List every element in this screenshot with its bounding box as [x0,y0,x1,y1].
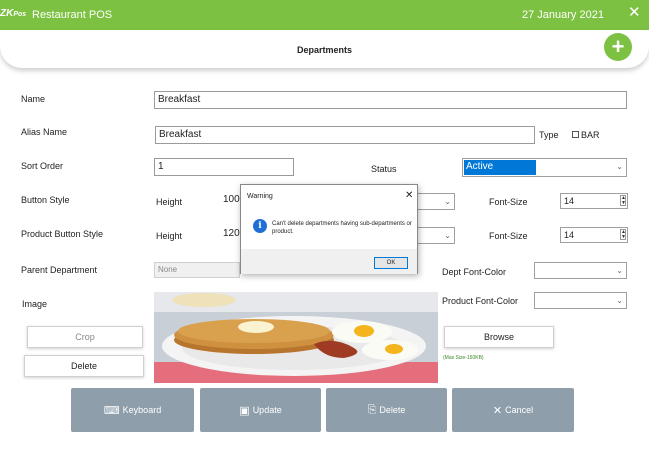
sort-order-label: Sort Order [21,161,64,171]
add-department-button[interactable]: + [604,33,632,61]
button-font-size-spinner[interactable]: 14 ▲ ▼ [560,193,628,209]
dialog-footer: OK [241,249,417,274]
chevron-down-icon: ⌄ [444,231,451,240]
keyboard-button[interactable]: ⌨ Keyboard [71,388,194,432]
delete-image-button[interactable]: Delete [24,355,144,377]
name-label: Name [21,94,46,104]
product-button-style-label: Product Button Style [21,229,104,239]
delete-button[interactable]: ⎘ Delete [326,388,447,432]
cancel-button[interactable]: ✕ Cancel [452,388,574,432]
close-icon: ✕ [492,404,503,417]
image-label: Image [22,299,48,309]
dept-font-color-dropdown[interactable]: ⌄ [534,262,627,279]
delete-document-icon: ⎘ [367,403,377,416]
product-font-color-label: Product Font-Color [442,296,519,306]
product-font-color-dropdown[interactable]: ⌄ [534,292,627,309]
bar-label: BAR [581,130,600,140]
app-logo: ZKPos [0,8,27,19]
keyboard-icon: ⌨ [103,404,120,417]
save-icon: ▣ [239,404,250,417]
button-height-field[interactable]: 100 [220,192,242,209]
browse-button[interactable]: Browse [444,326,554,348]
dept-font-color-label: Dept Font-Color [442,267,507,277]
product-font-size-spinner[interactable]: 14 ▲ ▼ [560,227,628,243]
crop-button[interactable]: Crop [27,326,143,348]
department-image [154,292,438,383]
title-bar: ZKPos Restaurant POS 27 January 2021 ✕ [0,0,649,30]
chevron-down-icon: ⌄ [444,197,451,206]
app-title: Restaurant POS [32,9,113,21]
ok-button[interactable]: OK [374,257,408,269]
status-dropdown[interactable]: Active ⌄ [462,158,627,177]
alias-name-field[interactable]: Breakfast [155,126,535,144]
status-label: Status [371,164,397,174]
chevron-down-icon: ⌄ [616,162,623,171]
product-font-dropdown[interactable]: ⌄ [415,227,455,244]
type-label: Type [539,130,559,140]
keyboard-button-label: Keyboard [122,405,162,415]
update-button-label: Update [252,405,282,415]
info-icon: i [253,219,267,233]
max-size-note: (Max Size-150KB) [443,355,484,361]
parent-department-field[interactable]: None [154,262,240,278]
close-window-icon[interactable]: ✕ [628,5,641,21]
page-title: Departments [296,45,352,55]
button-height-label: Height [156,197,183,207]
parent-department-label: Parent Department [21,265,98,275]
spinner-arrows-icon[interactable]: ▲ ▼ [620,229,626,240]
delete-button-label: Delete [379,405,406,415]
sort-order-field[interactable]: 1 [154,158,294,176]
dialog-close-icon[interactable]: ✕ [405,190,413,201]
chevron-down-icon: ⌄ [616,296,623,305]
name-field[interactable]: Breakfast [154,91,627,109]
product-height-label: Height [156,231,183,241]
dialog-title: Warning [247,193,273,200]
warning-dialog: Warning ✕ i Can't delete departments hav… [240,184,418,274]
spinner-arrows-icon[interactable]: ▲ ▼ [620,195,626,206]
page-header: Departments + [0,30,649,68]
bar-checkbox[interactable] [572,131,579,138]
alias-name-label: Alias Name [21,127,68,137]
product-height-field[interactable]: 120 [220,226,242,243]
button-font-dropdown[interactable]: ⌄ [415,193,455,210]
current-date: 27 January 2021 [522,9,604,21]
chevron-down-icon: ⌄ [616,266,623,275]
breakfast-photo [154,292,438,383]
cancel-button-label: Cancel [505,405,534,415]
status-selected-value: Active [464,160,536,175]
button-style-label: Button Style [21,195,70,205]
button-font-size-label: Font-Size [489,197,528,207]
update-button[interactable]: ▣ Update [200,388,321,432]
dialog-message: Can't delete departments having sub-depa… [272,221,412,235]
product-font-size-label: Font-Size [489,231,528,241]
